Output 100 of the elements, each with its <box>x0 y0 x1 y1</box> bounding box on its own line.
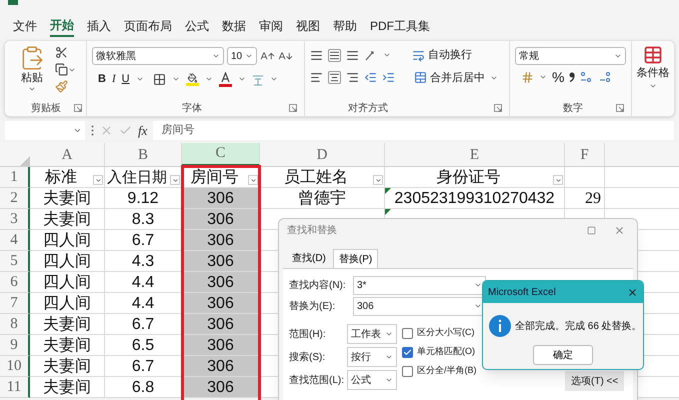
align-left-icon[interactable] <box>310 71 323 84</box>
filter-button[interactable] <box>170 175 180 185</box>
middle-align-icon[interactable] <box>328 48 341 62</box>
option-dropdown[interactable]: 按行 <box>347 347 397 367</box>
ribbon-tab[interactable]: 文件 <box>13 15 37 37</box>
caret-icon[interactable] <box>614 52 622 60</box>
number-format-field[interactable]: 常规 <box>515 47 626 65</box>
row-header[interactable]: 7 <box>0 293 30 314</box>
table-cell: 四人间 <box>43 230 91 250</box>
formula-field[interactable]: 房间号 <box>153 121 674 140</box>
format-painter-icon[interactable] <box>55 80 68 93</box>
conditional-format-button[interactable]: 条件格 <box>636 65 670 82</box>
paste-button[interactable]: 粘贴 <box>19 45 45 100</box>
accounting-icon[interactable] <box>521 70 534 84</box>
launcher-icon[interactable] <box>74 104 82 112</box>
increase-indent-icon[interactable] <box>382 71 395 84</box>
caret-icon[interactable] <box>539 73 547 81</box>
row-header[interactable]: 6 <box>0 272 30 293</box>
table-cell: 四人间 <box>43 252 91 270</box>
column-header[interactable]: A <box>30 143 105 166</box>
caret-icon[interactable] <box>212 52 220 60</box>
decrease-indent-icon[interactable] <box>364 71 377 84</box>
more-icon[interactable] <box>91 125 94 136</box>
ribbon-tab[interactable]: 数据 <box>222 15 246 37</box>
percent-button[interactable]: % <box>552 70 564 84</box>
top-align-icon[interactable] <box>310 48 323 62</box>
fill-color-icon[interactable] <box>186 72 199 86</box>
ribbon-tab[interactable]: 视图 <box>296 15 320 37</box>
row-header[interactable]: 5 <box>0 251 30 272</box>
merge-center-button[interactable]: 合并后居中 <box>414 70 485 86</box>
ribbon-tab[interactable]: 帮助 <box>333 15 357 37</box>
column-header[interactable]: D <box>260 143 385 166</box>
dialog-tab[interactable]: 替换(P) <box>332 249 378 268</box>
row-header[interactable]: 11 <box>0 377 30 398</box>
filter-button[interactable] <box>248 175 258 185</box>
caret-icon[interactable] <box>385 330 393 338</box>
font-size-field[interactable]: 10 <box>227 47 257 65</box>
dialog-tab[interactable]: 查找(D) <box>287 249 331 268</box>
ribbon-tab[interactable]: 开始 <box>50 15 74 37</box>
table-cell: 306 <box>207 230 234 250</box>
align-center-icon[interactable] <box>328 71 341 84</box>
close-icon[interactable] <box>614 224 625 236</box>
error-indicator-icon[interactable] <box>385 209 391 215</box>
maximize-icon[interactable] <box>587 226 596 234</box>
align-right-icon[interactable] <box>346 71 359 84</box>
caret-icon[interactable] <box>385 376 393 384</box>
insert-function-button[interactable]: fx <box>138 120 148 140</box>
row-header[interactable]: 8 <box>0 314 30 335</box>
caret-icon[interactable] <box>245 52 253 60</box>
options-button[interactable]: 选项(T) << <box>565 371 624 391</box>
font-name-field[interactable]: 微软雅黑 <box>92 47 224 65</box>
column-header[interactable]: F <box>565 143 605 166</box>
table-cell: 6.5 <box>132 336 154 354</box>
column-header[interactable]: C <box>182 143 260 166</box>
wrap-text-button[interactable]: 自动换行 <box>412 47 472 64</box>
borders-icon[interactable] <box>152 72 166 86</box>
font-color-icon[interactable] <box>218 72 232 87</box>
ribbon-tab[interactable]: 公式 <box>185 15 209 37</box>
checkbox[interactable] <box>402 366 413 376</box>
caret-icon[interactable] <box>474 281 482 289</box>
empty-cell[interactable] <box>565 167 605 188</box>
copy-icon[interactable] <box>55 63 68 76</box>
row-header[interactable]: 9 <box>0 335 30 356</box>
error-indicator-icon[interactable] <box>385 188 391 194</box>
option-dropdown[interactable]: 公式 <box>347 370 397 390</box>
column-header[interactable]: E <box>385 143 565 166</box>
table-cell: 306 <box>207 210 234 228</box>
caret-icon[interactable] <box>28 85 36 93</box>
conditional-format-icon[interactable] <box>643 45 663 65</box>
cut-icon[interactable] <box>55 46 68 59</box>
ribbon-tab[interactable]: PDF工具集 <box>370 15 430 37</box>
ribbon-tab[interactable]: 插入 <box>87 15 111 37</box>
ribbon-tab[interactable]: 审阅 <box>259 15 283 37</box>
checkbox[interactable] <box>402 346 413 358</box>
option-dropdown[interactable]: 工作表 <box>347 324 397 344</box>
filter-button[interactable] <box>373 175 383 185</box>
row-header[interactable]: 4 <box>0 230 30 251</box>
caret-icon[interactable] <box>385 353 393 361</box>
caret-icon[interactable] <box>474 302 482 310</box>
comma-icon[interactable] <box>569 72 576 82</box>
checkbox[interactable] <box>402 328 413 338</box>
filter-button[interactable] <box>93 175 103 185</box>
launcher-icon[interactable] <box>494 104 502 112</box>
table-cell: 306 <box>207 314 234 334</box>
launcher-icon[interactable] <box>289 104 297 112</box>
ok-button[interactable]: 确定 <box>533 345 593 365</box>
ribbon-tab[interactable]: 页面布局 <box>124 15 172 37</box>
bold-button[interactable]: B <box>98 71 106 88</box>
find-field[interactable]: 3* <box>353 276 486 294</box>
row-header[interactable]: 2 <box>0 188 30 209</box>
row-header[interactable]: 10 <box>0 356 30 377</box>
row-header[interactable]: 1 <box>0 167 30 188</box>
caret-icon[interactable] <box>73 126 82 135</box>
launcher-icon[interactable] <box>616 104 624 112</box>
underline-button[interactable]: U <box>122 71 130 88</box>
italic-button[interactable]: I <box>112 71 116 88</box>
close-icon[interactable] <box>627 286 638 298</box>
filter-button[interactable] <box>553 175 563 185</box>
row-header[interactable]: 3 <box>0 209 30 230</box>
bottom-align-icon[interactable] <box>346 48 359 62</box>
